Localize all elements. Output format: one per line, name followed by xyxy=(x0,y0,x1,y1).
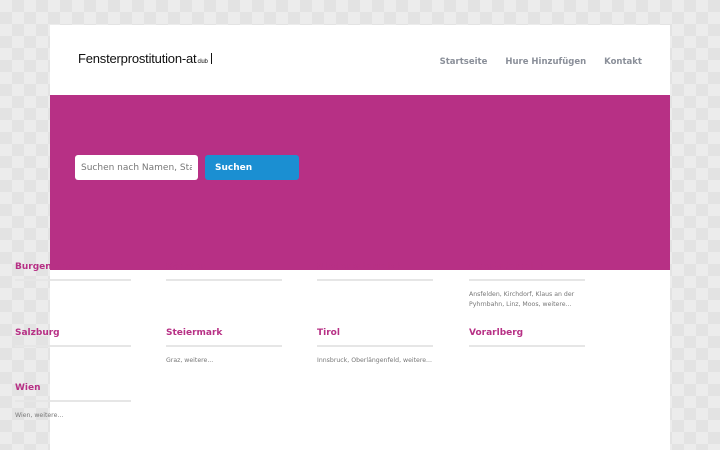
region-title[interactable]: Tirol xyxy=(317,328,433,347)
region-title[interactable]: Salzburg xyxy=(15,328,131,347)
region-title[interactable]: Steiermark xyxy=(166,328,282,347)
region-niederoesterreich: Niederösterreich xyxy=(317,262,433,290)
region-steiermark: Steiermark Graz, weitere... xyxy=(166,328,282,366)
logo-cursor-bar xyxy=(210,53,212,64)
logo-suffix: club xyxy=(197,59,208,65)
region-salzburg: Salzburg xyxy=(15,328,131,356)
logo-text: Fensterprostitution-at xyxy=(78,51,197,66)
site-header: Fensterprostitution-atclub Startseite Hu… xyxy=(50,25,670,95)
region-title[interactable]: Niederösterreich xyxy=(317,262,433,281)
region-title[interactable]: Oberösterreich xyxy=(469,262,585,281)
search-button[interactable]: Suchen xyxy=(205,155,299,180)
site-logo[interactable]: Fensterprostitution-atclub xyxy=(78,51,212,66)
nav-hure-hinzufuegen[interactable]: Hure Hinzufügen xyxy=(505,57,586,67)
region-burgenland: Burgenland xyxy=(15,262,131,290)
region-title[interactable]: Kärnten xyxy=(166,262,282,281)
region-title[interactable]: Vorarlberg xyxy=(469,328,585,347)
region-title[interactable]: Burgenland xyxy=(15,262,131,281)
main-nav: Startseite Hure Hinzufügen Kontakt xyxy=(440,57,642,67)
region-kaernten: Kärnten xyxy=(166,262,282,290)
region-tirol: Tirol Innsbruck, Oberlängenfeld, weitere… xyxy=(317,328,433,366)
hero-banner: Suchen xyxy=(50,95,670,270)
region-oberoesterreich: Oberösterreich Ansfelden, Kirchdorf, Kla… xyxy=(469,262,585,310)
page-container: Fensterprostitution-atclub Startseite Hu… xyxy=(50,25,670,450)
region-cities: Graz, weitere... xyxy=(166,357,214,364)
region-wien: Wien Wien, weitere... xyxy=(15,383,131,421)
region-vorarlberg: Vorarlberg xyxy=(469,328,585,356)
region-title[interactable]: Wien xyxy=(15,383,131,402)
region-cities: Wien, weitere... xyxy=(15,412,64,419)
nav-startseite[interactable]: Startseite xyxy=(440,57,488,67)
region-cities: Innsbruck, Oberlängenfeld, weitere... xyxy=(317,357,432,364)
search-input[interactable] xyxy=(75,155,198,180)
region-cities: Ansfelden, Kirchdorf, Klaus an der Pyhrn… xyxy=(469,291,575,308)
nav-kontakt[interactable]: Kontakt xyxy=(604,57,642,67)
